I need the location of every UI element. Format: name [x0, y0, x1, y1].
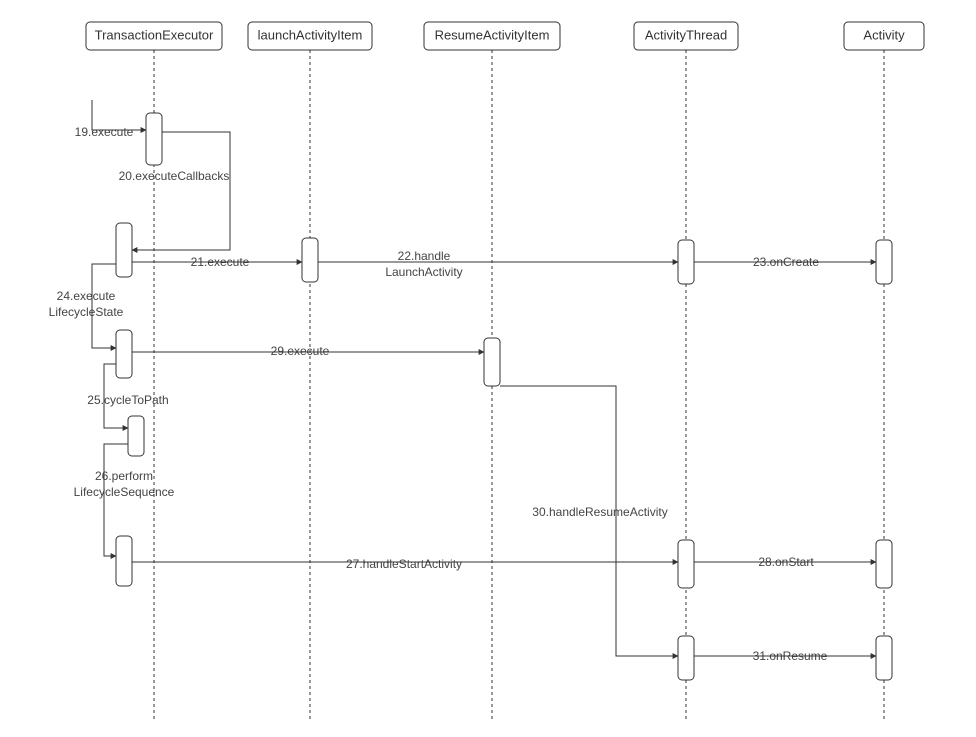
- msg-29: 29.execute: [271, 344, 330, 358]
- participant-AC: Activity: [844, 22, 924, 720]
- participant-AT: ActivityThread: [634, 22, 738, 720]
- msg-24b: LifecycleState: [49, 305, 124, 319]
- activation: [146, 113, 162, 165]
- msg-22a: 22.handle: [398, 249, 451, 263]
- msg-20: 20.executeCallbacks: [119, 169, 230, 183]
- msg-19: 19.execute: [75, 125, 134, 139]
- arrow-30: [500, 386, 678, 656]
- activation: [116, 223, 132, 277]
- activation: [484, 338, 500, 386]
- participant-label: ActivityThread: [645, 27, 727, 42]
- activation: [302, 238, 318, 282]
- participant-label: ResumeActivityItem: [435, 27, 550, 42]
- participant-label: launchActivityItem: [258, 27, 363, 42]
- participant-label: Activity: [863, 27, 905, 42]
- activation: [678, 540, 694, 588]
- msg-25: 25.cycleToPath: [87, 393, 168, 407]
- msg-27: 27.handleStartActivity: [346, 557, 462, 571]
- activation: [116, 330, 132, 378]
- msg-26b: LifecycleSequence: [74, 485, 175, 499]
- participant-label: TransactionExecutor: [95, 27, 214, 42]
- msg-24a: 24.execute: [57, 289, 116, 303]
- participant-LAI: launchActivityItem: [248, 22, 372, 720]
- activation: [116, 536, 132, 586]
- activation: [876, 540, 892, 588]
- msg-22b: LaunchActivity: [385, 265, 462, 279]
- activation: [876, 636, 892, 680]
- activation: [876, 240, 892, 284]
- activation: [678, 240, 694, 284]
- activation: [678, 636, 694, 680]
- sequence-diagram: TransactionExecutor launchActivityItem R…: [0, 0, 976, 737]
- msg-30: 30.handleResumeActivity: [532, 505, 667, 519]
- activation: [128, 416, 144, 456]
